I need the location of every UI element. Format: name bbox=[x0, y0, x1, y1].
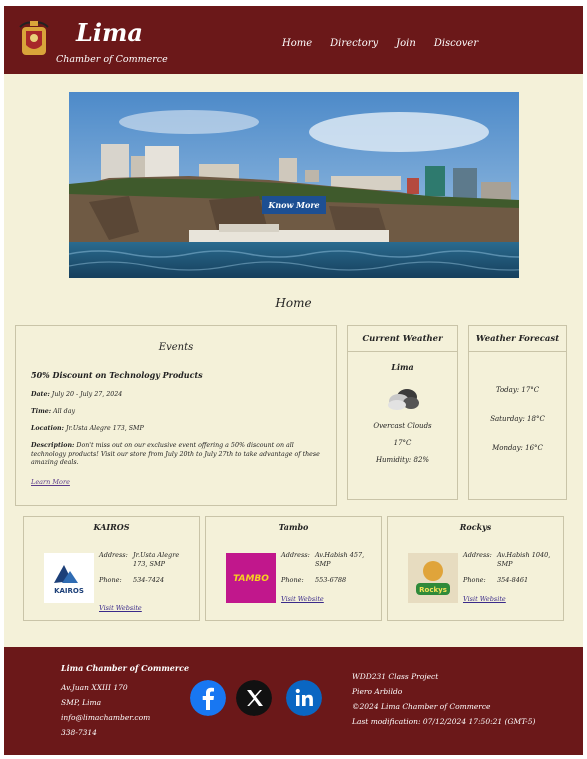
address-value: Jr.Usta Alegre 173, SMP bbox=[133, 551, 180, 568]
current-weather-heading: Current Weather bbox=[348, 326, 457, 352]
weather-forecast-card: Weather Forecast Today: 17°C Saturday: 1… bbox=[468, 325, 567, 500]
phone-value: 354-8461 bbox=[497, 576, 529, 584]
footer-contact: Lima Chamber of Commerce Av.Juan XXIII 1… bbox=[61, 661, 189, 740]
learn-more-link[interactable]: Learn More bbox=[31, 478, 70, 486]
footer-address-line2: SMP, Lima bbox=[61, 698, 102, 707]
event-time: Time: All day bbox=[31, 408, 75, 415]
business-name: Rockys bbox=[459, 522, 492, 532]
event-location-label: Location: bbox=[31, 425, 64, 432]
x-twitter-icon[interactable] bbox=[236, 680, 272, 716]
event-description-value: Don't miss out on our exclusive event of… bbox=[31, 442, 320, 466]
business-card-kairos: KAIROS KAIROS Address: Jr.Usta Alegre 173… bbox=[23, 516, 200, 621]
phone-label: Phone: bbox=[99, 576, 122, 584]
nav-directory[interactable]: Directory bbox=[330, 38, 378, 49]
phone-label: Phone: bbox=[463, 576, 486, 584]
weather-temp: 17°C bbox=[393, 439, 412, 447]
business-info: Address: Av.Habish 457, SMP Phone: 553-678… bbox=[281, 551, 373, 585]
events-heading: Events bbox=[158, 342, 194, 353]
address-label: Address: bbox=[463, 551, 492, 559]
footer-last-modified: Last modification: 07/12/2024 17:50:21 (… bbox=[352, 717, 536, 726]
nav-join[interactable]: Join bbox=[396, 38, 416, 49]
weather-city: Lima bbox=[391, 362, 414, 372]
event-description: Description: Don't miss out on our exclu… bbox=[31, 442, 323, 468]
crest-logo[interactable] bbox=[18, 21, 50, 59]
hero-image: Know More bbox=[69, 92, 519, 278]
visit-website-link[interactable]: Visit Website bbox=[281, 595, 324, 603]
event-time-value: All day bbox=[53, 408, 76, 415]
event-date-value: July 20 - July 27, 2024 bbox=[51, 391, 123, 398]
weather-humidity: Humidity: 82% bbox=[375, 456, 430, 464]
business-card-rockys: Rockys Rockys Address: Av.Habish 1040, SM… bbox=[387, 516, 564, 621]
weather-condition: Overcast Clouds bbox=[373, 422, 432, 430]
lima-coast-image bbox=[69, 92, 519, 278]
footer-org-name: Lima Chamber of Commerce bbox=[61, 663, 190, 673]
site-footer: Lima Chamber of Commerce Av.Juan XXIII 1… bbox=[4, 647, 583, 755]
event-time-label: Time: bbox=[31, 408, 52, 415]
address-value: Av.Habish 1040, SMP bbox=[497, 551, 551, 568]
phone-label: Phone: bbox=[281, 576, 304, 584]
visit-website-link[interactable]: Visit Website bbox=[99, 604, 142, 612]
forecast-today: Today: 17°C bbox=[495, 386, 540, 394]
page-title: Home bbox=[275, 296, 312, 310]
footer-copyright: ©2024 Lima Chamber of Commerce bbox=[352, 702, 491, 711]
nav-home[interactable]: Home bbox=[282, 38, 312, 49]
linkedin-icon[interactable] bbox=[286, 680, 322, 716]
business-card-tambo: Tambo TAMBO Address: Av.Habish 457, SMP P… bbox=[205, 516, 382, 621]
visit-website-link[interactable]: Visit Website bbox=[463, 595, 506, 603]
phone-value: 534-7424 bbox=[133, 576, 165, 584]
business-info: Address: Av.Habish 1040, SMP Phone: 354-84… bbox=[463, 551, 555, 585]
forecast-monday: Monday: 16°C bbox=[492, 444, 543, 452]
footer-project-info: WDD231 Class Project Piero Arbildo ©2024… bbox=[352, 669, 535, 729]
rockys-logo-text: Rockys bbox=[419, 586, 447, 594]
events-card: Events 50% Discount on Technology Produc… bbox=[15, 325, 337, 506]
know-more-button[interactable]: Know More bbox=[262, 196, 326, 214]
current-weather-card: Current Weather Lima Overcast Clouds 17°… bbox=[347, 325, 458, 500]
event-date-label: Date: bbox=[31, 391, 50, 398]
event-date: Date: July 20 - July 27, 2024 bbox=[31, 391, 122, 398]
footer-email: info@limachamber.com bbox=[61, 713, 151, 722]
overcast-clouds-icon bbox=[387, 389, 419, 410]
nav-discover[interactable]: Discover bbox=[434, 38, 478, 49]
business-name: KAIROS bbox=[93, 522, 130, 532]
address-value: Av.Habish 457, SMP bbox=[315, 551, 365, 568]
business-info: Address: Jr.Usta Alegre 173, SMP Phone: 53… bbox=[99, 551, 191, 585]
event-location: Location: Jr.Usta Alegre 173, SMP bbox=[31, 425, 144, 432]
brand-name[interactable]: Lima bbox=[76, 18, 143, 47]
kairos-logo[interactable]: KAIROS bbox=[44, 553, 94, 603]
event-description-label: Description: bbox=[31, 442, 75, 449]
kairos-logo-text: KAIROS bbox=[54, 587, 84, 595]
site-header: Lima Chamber of Commerce Home Directory … bbox=[4, 6, 583, 74]
page: Lima Chamber of Commerce Home Directory … bbox=[4, 6, 583, 755]
brand-subtitle: Chamber of Commerce bbox=[56, 54, 168, 65]
address-label: Address: bbox=[281, 551, 310, 559]
forecast-saturday: Saturday: 18°C bbox=[490, 415, 545, 423]
facebook-icon[interactable] bbox=[190, 680, 226, 716]
footer-phone: 338-7314 bbox=[61, 728, 97, 737]
footer-project: WDD231 Class Project bbox=[352, 672, 439, 681]
rockys-logo[interactable]: Rockys bbox=[408, 553, 458, 603]
phone-value: 553-6788 bbox=[315, 576, 347, 584]
event-title: 50% Discount on Technology Products bbox=[31, 370, 203, 380]
footer-author: Piero Arbildo bbox=[352, 687, 403, 696]
event-location-value: Jr.Usta Alegre 173, SMP bbox=[65, 425, 144, 432]
business-name: Tambo bbox=[278, 522, 309, 532]
tambo-logo[interactable]: TAMBO bbox=[226, 553, 276, 603]
tambo-logo-text: TAMBO bbox=[233, 574, 269, 584]
forecast-heading: Weather Forecast bbox=[469, 326, 566, 352]
address-label: Address: bbox=[99, 551, 128, 559]
footer-address-line1: Av.Juan XXIII 170 bbox=[61, 683, 128, 692]
main-nav: Home Directory Join Discover bbox=[282, 38, 496, 49]
